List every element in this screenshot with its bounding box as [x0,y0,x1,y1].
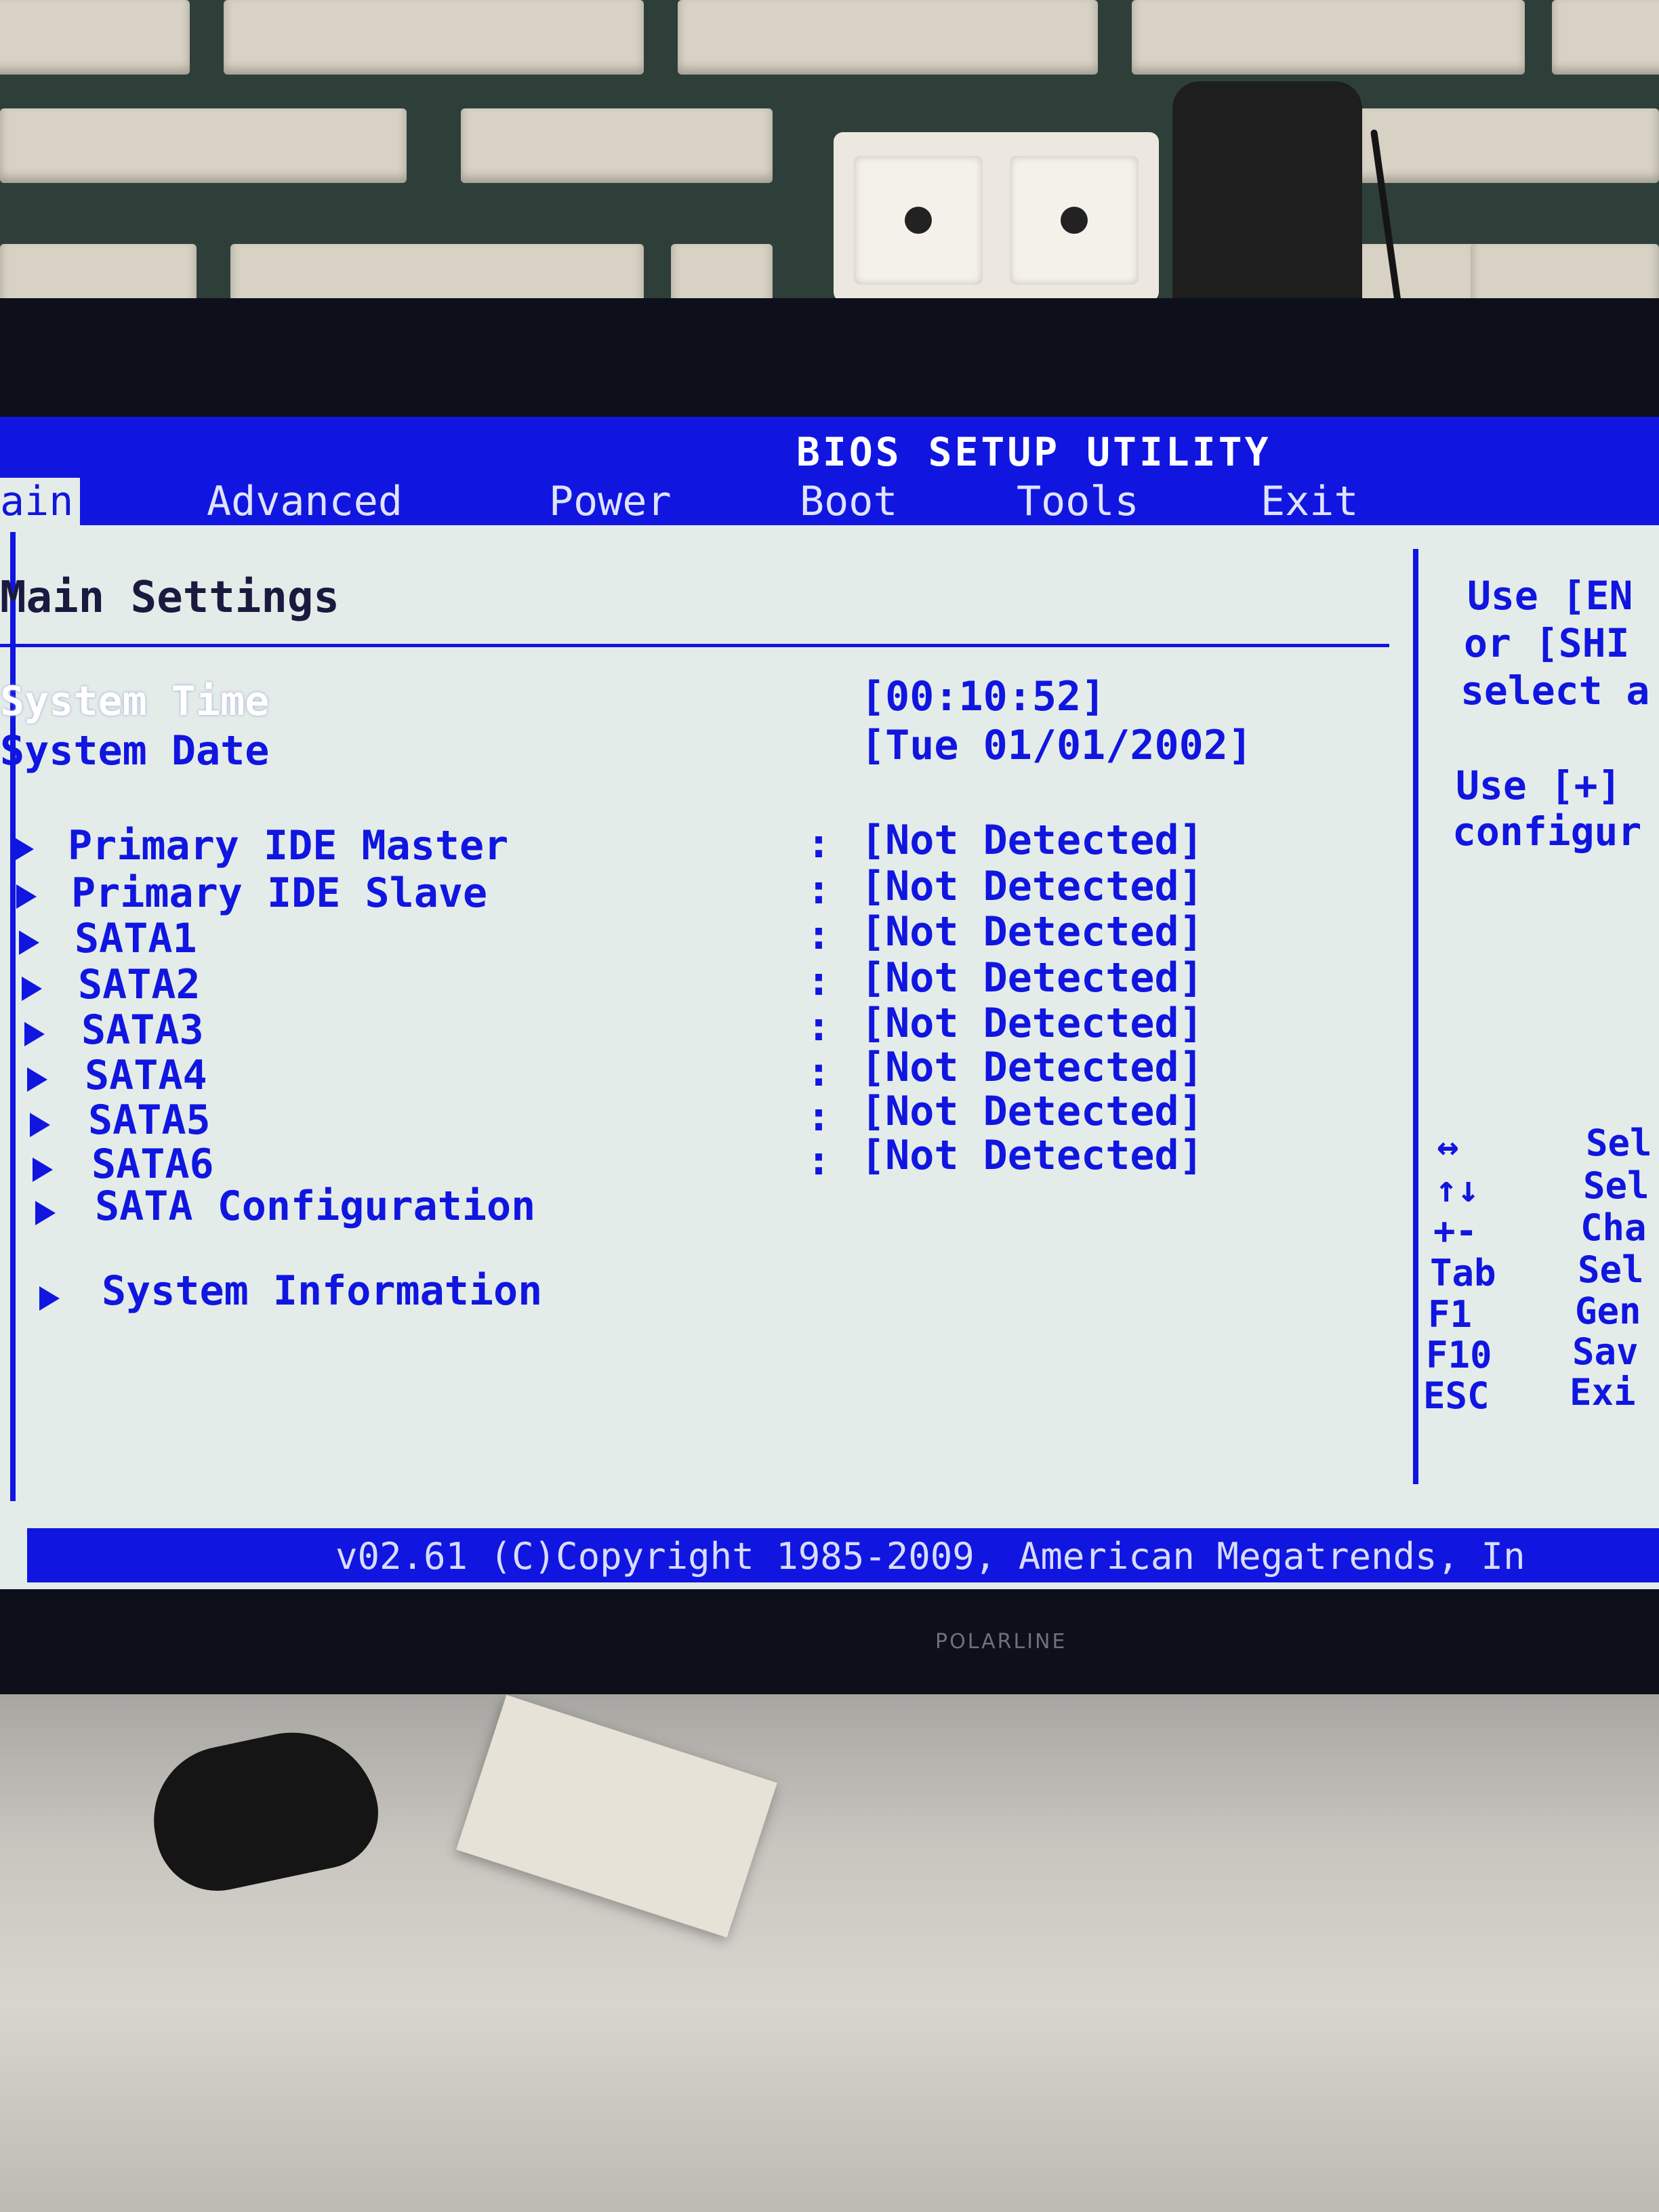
key-plus-minus: +- [1433,1210,1478,1252]
device-status: [Not Detected] [861,863,1204,910]
monitor-brand-logo: POLARLINE [935,1630,1067,1654]
system-information-item[interactable]: System Information [102,1267,542,1315]
bios-screen: BIOS SETUP UTILITY ain Advanced Power Bo… [0,417,1659,1589]
brick [678,0,1098,75]
socket [1010,156,1139,285]
key-description: Sel [1586,1122,1652,1164]
device-item-sata1[interactable]: SATA1 [75,915,197,962]
system-time-value[interactable]: [00:10:52] [861,673,1105,720]
key-left-right: ↔ [1437,1125,1459,1168]
brick [671,244,773,298]
copyright-footer: v02.61 (C)Copyright 1985-2009, American … [335,1535,1525,1578]
brick [0,108,407,183]
device-item-sata6[interactable]: SATA6 [91,1141,214,1188]
brick [1342,244,1477,298]
device-item-sata4[interactable]: SATA4 [85,1052,207,1099]
submenu-arrow-icon [22,977,42,1001]
brick [224,0,644,75]
submenu-arrow-icon [33,1158,53,1182]
title-bar: BIOS SETUP UTILITY [0,417,1659,475]
panel-divider [1413,549,1418,1484]
tab-advanced[interactable]: Advanced [207,478,403,525]
brick [1552,0,1659,75]
footer-bar: v02.61 (C)Copyright 1985-2009, American … [27,1528,1659,1582]
key-description: Cha [1580,1206,1647,1249]
system-time-label[interactable]: System Time [0,678,269,725]
help-text: select a [1460,668,1650,714]
device-status: [Not Detected] [861,817,1204,864]
help-text: Use [EN [1467,573,1633,619]
key-description: Exi [1570,1371,1636,1414]
help-text: Use [+] [1456,762,1622,808]
device-item-primary-ide-master[interactable]: Primary IDE Master [68,822,508,869]
bios-title: BIOS SETUP UTILITY [796,429,1271,475]
key-description: Sav [1572,1330,1639,1373]
key-description: Gen [1575,1290,1641,1332]
device-item-primary-ide-slave[interactable]: Primary IDE Slave [71,869,487,917]
tab-boot[interactable]: Boot [800,478,898,525]
brick [1471,244,1659,298]
key-esc: ESC [1423,1374,1490,1417]
help-text: configur [1452,808,1642,855]
submenu-arrow-icon [30,1113,50,1137]
power-adapter [1172,81,1362,298]
submenu-arrow-icon [27,1067,47,1092]
sata-configuration-item[interactable]: SATA Configuration [95,1183,535,1230]
device-status: [Not Detected] [861,1088,1204,1135]
device-item-sata3[interactable]: SATA3 [81,1006,204,1054]
key-description: Sel [1578,1248,1644,1291]
wall-outlet [834,132,1159,298]
device-status: [Not Detected] [861,1044,1204,1091]
brick [0,0,190,75]
key-description: Sel [1583,1164,1650,1207]
device-item-sata5[interactable]: SATA5 [88,1097,211,1144]
device-status: [Not Detected] [861,1132,1204,1179]
key-tab: Tab [1430,1252,1496,1294]
brick [0,244,197,298]
key-f10: F10 [1426,1334,1492,1376]
system-date-value[interactable]: [Tue 01/01/2002] [861,722,1252,769]
device-item-sata2[interactable]: SATA2 [78,961,201,1008]
submenu-arrow-icon [14,837,34,861]
key-up-down: ↑↓ [1435,1168,1480,1210]
section-title: Main Settings [0,573,340,623]
socket [854,156,983,285]
menu-bar: ain Advanced Power Boot Tools Exit [0,471,1659,525]
tab-power[interactable]: Power [549,478,672,525]
submenu-arrow-icon [16,884,37,909]
device-status: [Not Detected] [861,908,1204,956]
submenu-arrow-icon [35,1201,56,1225]
tab-main[interactable]: ain [0,478,81,525]
brick [1132,0,1525,75]
help-text: or [SHI [1464,620,1630,666]
device-status: [Not Detected] [861,1000,1204,1047]
submenu-arrow-icon [19,930,39,955]
wall-background [0,0,1659,298]
device-status: [Not Detected] [861,954,1204,1002]
brick [1355,108,1659,183]
tab-tools[interactable]: Tools [1017,478,1139,525]
system-date-label[interactable]: System Date [0,727,269,775]
tab-exit[interactable]: Exit [1261,478,1359,525]
key-f1: F1 [1428,1293,1473,1336]
section-divider [0,644,1389,647]
submenu-arrow-icon [39,1286,60,1311]
brick [230,244,644,298]
submenu-arrow-icon [24,1022,45,1046]
brick [461,108,773,183]
